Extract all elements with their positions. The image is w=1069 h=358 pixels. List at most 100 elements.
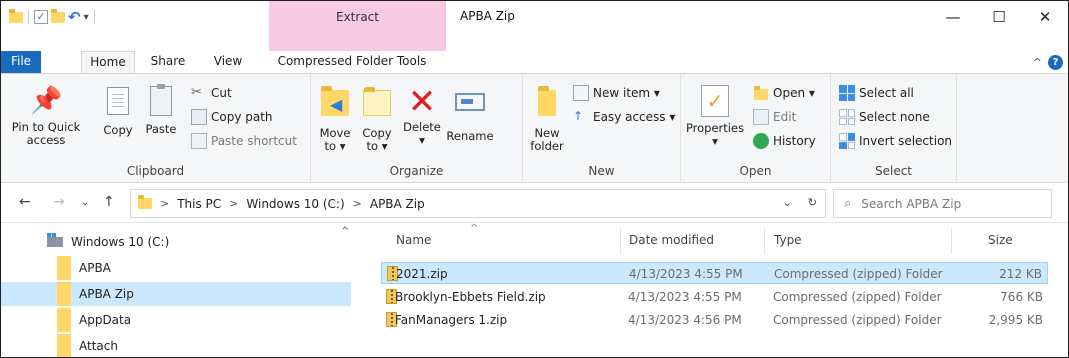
properties-button[interactable]: ✓ Properties ▾: [685, 84, 745, 148]
nav-item-attach[interactable]: Attach: [1, 334, 351, 357]
file-type: Compressed (zipped) Folder: [774, 267, 943, 281]
breadcrumb-current-folder[interactable]: APBA Zip: [370, 197, 425, 211]
move-to-button[interactable]: ◀ Move to ▾: [315, 84, 355, 153]
address-bar-controls: ⌄ ↻: [783, 196, 817, 209]
paste-shortcut-button[interactable]: Paste shortcut: [191, 132, 297, 150]
drive-icon: [47, 237, 63, 247]
file-date-modified: 4/13/2023 4:56 PM: [628, 313, 742, 327]
back-arrow-icon[interactable]: ←: [19, 194, 31, 210]
file-row[interactable]: Brooklyn-Ebbets Field.zip 4/13/2023 4:55…: [381, 286, 1048, 308]
refresh-icon[interactable]: ↻: [808, 196, 817, 209]
search-box[interactable]: ⌕ Search APBA Zip: [833, 189, 1052, 218]
open-label: Open ▾: [773, 86, 815, 100]
file-row[interactable]: 2021.zip 4/13/2023 4:55 PM Compressed (z…: [381, 262, 1048, 284]
recent-locations-chevron-icon[interactable]: ⌄: [81, 197, 89, 208]
column-header-name[interactable]: Name: [396, 233, 431, 247]
address-history-chevron-icon[interactable]: ⌄: [783, 196, 792, 209]
select-all-icon: [839, 85, 855, 101]
nav-item-appdata[interactable]: AppData: [1, 308, 351, 332]
tab-compressed-folder-tools[interactable]: Compressed Folder Tools: [277, 51, 427, 73]
folder-icon: [57, 256, 71, 280]
column-divider[interactable]: [951, 228, 952, 254]
maximize-button[interactable]: ☐: [976, 1, 1022, 32]
move-to-icon: ◀: [319, 86, 351, 124]
pin-to-quick-access-button[interactable]: 📌 Pin to Quick access: [11, 84, 81, 147]
file-name: 2021.zip: [396, 267, 448, 281]
file-row[interactable]: FanManagers 1.zip 4/13/2023 4:56 PM Comp…: [381, 309, 1048, 331]
open-group: ✓ Properties ▾ Open ▾ Edit History Open: [681, 74, 831, 182]
folder-icon: [57, 308, 71, 332]
breadcrumb-separator-icon[interactable]: >: [229, 197, 238, 210]
rename-button[interactable]: Rename: [445, 84, 495, 143]
select-none-icon: [839, 109, 855, 125]
select-group-label: Select: [874, 164, 913, 178]
column-divider[interactable]: [764, 228, 765, 254]
new-folder-icon[interactable]: [51, 8, 65, 23]
tab-view[interactable]: View: [206, 51, 250, 73]
breadcrumb-drive[interactable]: Windows 10 (C:): [246, 197, 344, 211]
address-bar[interactable]: > This PC > Windows 10 (C:) > APBA Zip ⌄…: [130, 189, 826, 218]
up-arrow-icon[interactable]: ↑: [103, 194, 115, 210]
move-to-label-line2: to ▾: [324, 139, 346, 153]
select-all-label: Select all: [859, 86, 914, 100]
properties-icon: ✓: [699, 85, 731, 119]
folder-icon: [57, 282, 71, 306]
toolbar-divider: [28, 10, 29, 24]
column-divider[interactable]: [620, 228, 621, 254]
file-size: 766 KB: [1000, 290, 1043, 304]
delete-label-line2: ▾: [419, 133, 425, 147]
pin-label-line2: access: [26, 133, 66, 147]
easy-access-button[interactable]: ↑ Easy access ▾: [573, 108, 675, 126]
minimize-button[interactable]: —: [930, 1, 976, 32]
cut-button[interactable]: ✂ Cut: [191, 84, 232, 102]
copy-button[interactable]: Copy: [98, 84, 138, 137]
nav-item-apba[interactable]: APBA: [1, 256, 351, 280]
scroll-up-arrow-icon[interactable]: ^: [341, 226, 349, 237]
easy-access-icon: ↑: [573, 109, 584, 123]
nav-item-windows-drive[interactable]: Windows 10 (C:): [1, 230, 351, 254]
rename-icon: [454, 93, 486, 127]
customize-toolbar-icon[interactable]: ▾: [84, 12, 89, 23]
collapse-ribbon-icon[interactable]: ^: [1033, 56, 1042, 69]
new-folder-button[interactable]: New folder: [527, 84, 567, 153]
undo-icon[interactable]: ↶: [68, 8, 81, 26]
breadcrumb-separator-icon[interactable]: >: [160, 197, 169, 210]
nav-item-apba-zip[interactable]: APBA Zip: [1, 282, 351, 306]
edit-button[interactable]: Edit: [753, 108, 796, 126]
tab-home[interactable]: Home: [81, 51, 135, 74]
copy-to-icon: [361, 87, 393, 124]
column-header-size[interactable]: Size: [988, 233, 1013, 247]
help-icon[interactable]: ?: [1048, 55, 1063, 70]
column-header-type[interactable]: Type: [774, 233, 802, 247]
paste-button[interactable]: Paste: [141, 84, 181, 136]
column-header-date-modified[interactable]: Date modified: [629, 233, 714, 247]
breadcrumb-this-pc[interactable]: This PC: [177, 197, 221, 211]
paste-shortcut-label: Paste shortcut: [211, 134, 297, 148]
ribbon-tab-controls: ^ ?: [1033, 55, 1063, 70]
open-button[interactable]: Open ▾: [753, 84, 815, 102]
forward-arrow-icon[interactable]: →: [53, 194, 65, 210]
select-none-button[interactable]: Select none: [839, 108, 930, 126]
delete-button[interactable]: ✕ Delete ▾: [399, 84, 445, 147]
copy-to-button[interactable]: Copy to ▾: [357, 84, 397, 153]
invert-selection-button[interactable]: Invert selection: [839, 132, 952, 150]
extract-context-band: [269, 1, 446, 51]
new-item-icon: [573, 85, 589, 101]
breadcrumb-separator-icon[interactable]: >: [353, 197, 362, 210]
file-list: ^ Name Date modified Type Size 2021.zip …: [354, 223, 1068, 357]
window-title: APBA Zip: [460, 9, 515, 23]
search-placeholder[interactable]: Search APBA Zip: [861, 197, 961, 211]
copy-path-button[interactable]: Copy path: [191, 108, 273, 126]
select-none-label: Select none: [859, 110, 930, 124]
new-item-button[interactable]: New item ▾: [573, 84, 660, 102]
clipboard-group-label: Clipboard: [126, 164, 185, 178]
folder-icon: [9, 8, 23, 23]
organize-group: ◀ Move to ▾ Copy to ▾ ✕ Delete ▾ Rename …: [311, 74, 523, 182]
tab-share[interactable]: Share: [146, 51, 190, 73]
select-all-button[interactable]: Select all: [839, 84, 914, 102]
tab-file[interactable]: File: [1, 51, 41, 73]
close-button[interactable]: ✕: [1022, 1, 1068, 32]
open-folder-icon: [753, 85, 769, 101]
properties-check-icon[interactable]: ✓: [34, 10, 48, 24]
history-button[interactable]: History: [753, 132, 816, 150]
